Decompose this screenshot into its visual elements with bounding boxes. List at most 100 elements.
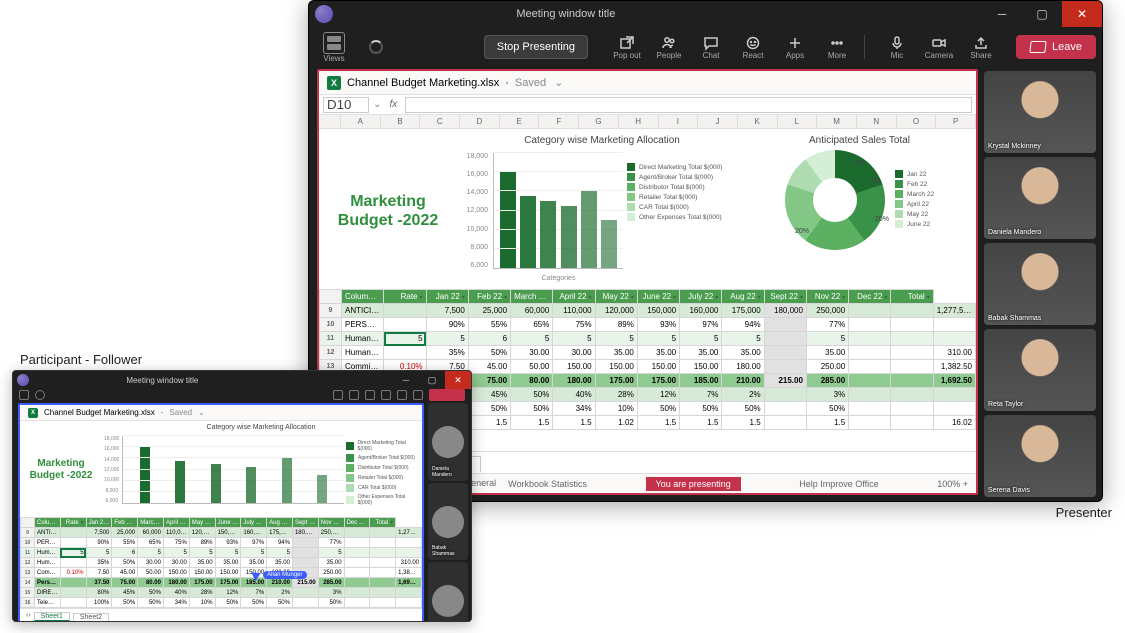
document-name[interactable]: Channel Budget Marketing.xlsx [44,408,155,417]
camera-icon [931,35,947,51]
formula-input[interactable] [405,97,972,113]
participant-tile[interactable]: Babak Shammas [984,243,1096,325]
apps-button[interactable]: Apps [776,35,814,60]
popout-icon [619,35,635,51]
tab-sheet1[interactable]: Sheet1 [34,612,70,622]
participant-tile[interactable]: Serena Davis [984,415,1096,497]
people-label: People [657,51,682,60]
close-button[interactable]: ✕ [445,371,471,389]
controlbar: Views Stop Presenting Pop out People Cha… [309,27,1102,67]
share-button[interactable]: Share [962,35,1000,60]
toolbar-button[interactable] [349,390,359,400]
donut-chart-legend: Jan 22Feb 22March 22April 22May 22June 2… [895,170,934,230]
toolbar-button[interactable] [365,390,375,400]
donut-slice-label: 20% [795,228,809,235]
toolbar-button[interactable] [333,390,343,400]
more-icon [829,35,845,51]
bar-chart-title: Category wise Marketing Allocation [461,135,743,146]
participant-tile[interactable]: Reta Taylor [984,329,1096,411]
views-button[interactable] [19,390,29,400]
popout-button[interactable]: Pop out [608,35,646,60]
presenting-banner: You are presenting [646,477,741,491]
bar-chart-title: Category wise Marketing Allocation [104,424,418,431]
tab-sheet2[interactable]: Sheet2 [73,613,109,621]
bar-chart-legend: Direct Marketing Total $(000)Agent/Broke… [346,440,418,508]
spreadsheet-table[interactable]: Column1RateJan 22Feb 22March 22April 22M… [20,517,422,608]
views-button[interactable]: Views [315,32,353,63]
share-label: Share [970,51,991,60]
toolbar-button[interactable] [381,390,391,400]
loading-spinner [35,390,45,400]
participant-strip: Daniela ManderoBabak ShammasReta Taylor [427,401,471,622]
dropdown-icon[interactable]: ⌄ [373,99,381,110]
participant-tile[interactable]: Daniela Mandero [428,403,468,481]
react-button[interactable]: React [734,35,772,60]
fx-icon[interactable]: fx [385,99,401,110]
bar-chart: Category wise Marketing Allocation 18,00… [461,135,743,287]
name-box[interactable] [323,97,369,113]
maximize-button[interactable]: ▢ [1022,1,1062,27]
more-button[interactable]: More [818,35,856,60]
bar-xlabel: Categories [494,275,623,282]
column-headers: ABCDEFGHIJKLMNOP [319,115,976,129]
bar-chart-legend: Direct Marketing Total $(000)Agent/Broke… [627,163,743,223]
document-saved: Saved [169,408,192,417]
mic-button[interactable]: Mic [878,35,916,60]
toolbar-button[interactable] [397,390,407,400]
chat-label: Chat [703,51,720,60]
workbook-title: Marketing Budget -2022 [323,135,453,287]
donut-slice-label: 9% [855,160,865,167]
participant-tile[interactable]: Reta Taylor [428,562,468,622]
react-label: React [743,51,764,60]
leave-button[interactable]: Leave [1016,35,1096,59]
people-button[interactable]: People [650,35,688,60]
plus-icon [787,35,803,51]
chat-button[interactable]: Chat [692,35,730,60]
participant-tile[interactable]: Babak Shammas [428,483,468,561]
leave-button[interactable] [429,389,465,401]
maximize-button[interactable]: ▢ [419,371,445,389]
window-title: Meeting window title [516,8,615,20]
participant-tile[interactable]: Krystal Mckinney [984,71,1096,153]
donut-chart-title: Anticipated Sales Total [809,135,910,146]
mic-label: Mic [891,51,903,60]
workbook-title: Marketing Budget -2022 [22,424,100,516]
people-icon [661,35,677,51]
participant-tile[interactable]: Daniela Mandero [984,157,1096,239]
participant-strip: Krystal MckinneyDaniela ManderoBabak Sha… [982,67,1102,501]
document-saved: Saved [515,77,546,89]
stop-presenting-button[interactable]: Stop Presenting [484,35,588,59]
apps-label: Apps [786,51,804,60]
loading-spinner [357,40,395,54]
zoom-level[interactable]: 100% + [937,479,968,489]
tab-nav[interactable]: ‹› [26,612,31,619]
excel-icon: X [28,408,38,418]
camera-button[interactable]: Camera [920,35,958,60]
minimize-button[interactable]: ─ [982,1,1022,27]
donut-graphic: 20% 20% 3% 9% [785,150,885,250]
leave-label: Leave [1052,41,1082,53]
popout-label: Pop out [613,51,641,60]
help-improve[interactable]: Help Improve Office [799,479,878,489]
chat-icon [703,35,719,51]
more-label: More [828,51,846,60]
titlebar: Meeting window title ─ ▢ ✕ [13,371,471,389]
titlebar: Meeting window title ─ ▢ ✕ [309,1,1102,27]
minimize-button[interactable]: ─ [393,371,419,389]
document-header: X Channel Budget Marketing.xlsx · Saved … [319,71,976,95]
shared-content: X Channel Budget Marketing.xlsx ·Saved ⌄… [18,403,424,622]
document-name[interactable]: Channel Budget Marketing.xlsx [347,77,499,89]
donut-slice-label: 20% [875,216,889,223]
follower-window: Meeting window title ─ ▢ ✕ X Channel Bud… [12,370,472,622]
mic-icon [889,35,905,51]
toolbar-button[interactable] [413,390,423,400]
share-icon [973,35,989,51]
controlbar [13,389,471,401]
camera-label: Camera [925,51,953,60]
bar-chart: Category wise Marketing Allocation 18,00… [104,424,418,516]
app-icon [17,374,29,386]
close-button[interactable]: ✕ [1062,1,1102,27]
window-title: Meeting window title [126,376,198,385]
formula-bar: ⌄ fx [319,95,976,115]
workbook-stats[interactable]: Workbook Statistics [508,479,587,489]
